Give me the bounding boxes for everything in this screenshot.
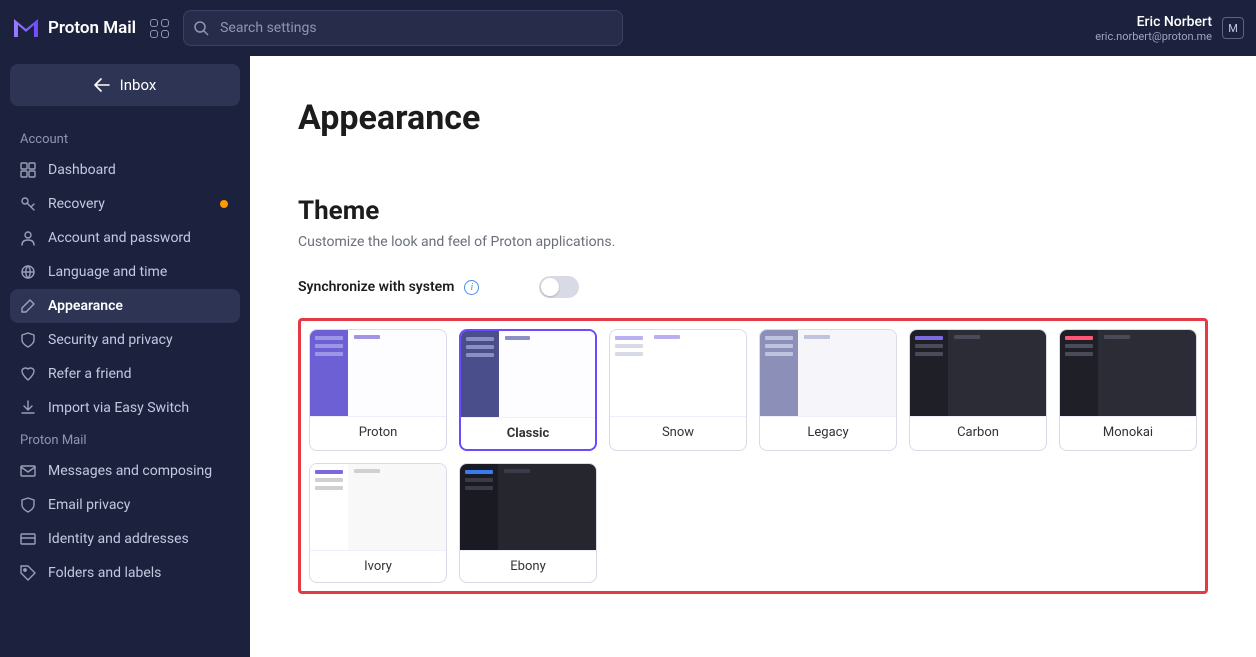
sidebar-item-import[interactable]: Import via Easy Switch: [10, 391, 240, 425]
theme-heading: Theme: [298, 196, 1208, 226]
shield-icon: [20, 497, 36, 513]
theme-preview: [910, 330, 1046, 416]
sidebar: Inbox Account Dashboard Recovery Account an…: [0, 56, 250, 657]
download-icon: [20, 400, 36, 416]
sidebar-item-label: Messages and composing: [48, 463, 212, 479]
app-switcher-icon[interactable]: [150, 19, 169, 38]
theme-preview: [1060, 330, 1196, 416]
sync-toggle[interactable]: [539, 276, 579, 298]
sidebar-section-label: Proton Mail: [10, 425, 240, 454]
theme-card-ebony[interactable]: Ebony: [459, 463, 597, 583]
search-input[interactable]: [183, 10, 623, 46]
theme-preview: [310, 464, 446, 550]
sidebar-item-refer[interactable]: Refer a friend: [10, 357, 240, 391]
sidebar-item-label: Folders and labels: [48, 565, 161, 581]
key-icon: [20, 196, 36, 212]
sidebar-item-label: Language and time: [48, 264, 167, 280]
sidebar-item-security-privacy[interactable]: Security and privacy: [10, 323, 240, 357]
sidebar-item-label: Security and privacy: [48, 332, 173, 348]
sidebar-item-label: Identity and addresses: [48, 531, 189, 547]
page-title: Appearance: [298, 98, 1208, 138]
main-content: Appearance Theme Customize the look and …: [250, 56, 1256, 657]
card-icon: [20, 531, 36, 547]
sidebar-item-label: Import via Easy Switch: [48, 400, 189, 416]
heart-icon: [20, 366, 36, 382]
theme-label: Proton: [310, 416, 446, 448]
theme-card-proton[interactable]: Proton: [309, 329, 447, 451]
sidebar-item-language-time[interactable]: Language and time: [10, 255, 240, 289]
sidebar-item-messages-composing[interactable]: Messages and composing: [10, 454, 240, 488]
theme-preview: [310, 330, 446, 416]
brand-logo[interactable]: Proton Mail: [12, 17, 136, 39]
back-to-inbox-button[interactable]: Inbox: [10, 64, 240, 106]
themes-highlight-box: Proton Classic Snow Legacy Carbon Monoka…: [298, 318, 1208, 594]
user-badge: M: [1222, 17, 1244, 39]
sidebar-item-label: Appearance: [48, 298, 123, 314]
sidebar-item-account-password[interactable]: Account and password: [10, 221, 240, 255]
globe-icon: [20, 264, 36, 280]
sync-label: Synchronize with system: [298, 279, 454, 295]
sidebar-item-dashboard[interactable]: Dashboard: [10, 153, 240, 187]
theme-card-carbon[interactable]: Carbon: [909, 329, 1047, 451]
theme-preview: [461, 331, 595, 417]
theme-label: Carbon: [910, 416, 1046, 448]
sidebar-item-label: Account and password: [48, 230, 191, 246]
theme-card-monokai[interactable]: Monokai: [1059, 329, 1197, 451]
theme-label: Snow: [610, 416, 746, 448]
sidebar-item-label: Refer a friend: [48, 366, 132, 382]
sidebar-item-appearance[interactable]: Appearance: [10, 289, 240, 323]
theme-preview: [460, 464, 596, 550]
user-icon: [20, 230, 36, 246]
arrow-left-icon: [94, 78, 110, 92]
sync-row: Synchronize with system i: [298, 276, 1208, 298]
user-name: Eric Norbert: [1095, 14, 1212, 30]
theme-label: Ivory: [310, 550, 446, 582]
topbar: Proton Mail Eric Norbert eric.norbert@pr…: [0, 0, 1256, 56]
proton-logo-icon: [12, 17, 40, 39]
theme-card-legacy[interactable]: Legacy: [759, 329, 897, 451]
theme-label: Classic: [461, 417, 595, 449]
sidebar-item-recovery[interactable]: Recovery: [10, 187, 240, 221]
back-label: Inbox: [120, 76, 157, 94]
info-icon[interactable]: i: [464, 280, 479, 295]
sidebar-item-identity-addresses[interactable]: Identity and addresses: [10, 522, 240, 556]
search-container: [183, 10, 623, 46]
theme-label: Monokai: [1060, 416, 1196, 448]
theme-card-snow[interactable]: Snow: [609, 329, 747, 451]
theme-label: Ebony: [460, 550, 596, 582]
notification-dot: [220, 200, 228, 208]
theme-label: Legacy: [760, 416, 896, 448]
theme-card-classic[interactable]: Classic: [459, 329, 597, 451]
sidebar-item-label: Dashboard: [48, 162, 116, 178]
user-menu[interactable]: Eric Norbert eric.norbert@proton.me M: [1095, 14, 1244, 43]
sidebar-item-label: Email privacy: [48, 497, 130, 513]
theme-card-ivory[interactable]: Ivory: [309, 463, 447, 583]
shield-icon: [20, 332, 36, 348]
theme-preview: [610, 330, 746, 416]
brand-name: Proton Mail: [48, 18, 136, 38]
envelope-icon: [20, 463, 36, 479]
brush-icon: [20, 298, 36, 314]
theme-description: Customize the look and feel of Proton ap…: [298, 234, 1208, 250]
user-email: eric.norbert@proton.me: [1095, 30, 1212, 43]
sidebar-section-label: Account: [10, 124, 240, 153]
sidebar-item-email-privacy[interactable]: Email privacy: [10, 488, 240, 522]
sidebar-item-label: Recovery: [48, 196, 105, 212]
sidebar-item-folders-labels[interactable]: Folders and labels: [10, 556, 240, 590]
search-icon: [193, 20, 209, 36]
theme-preview: [760, 330, 896, 416]
themes-grid: Proton Classic Snow Legacy Carbon Monoka…: [309, 329, 1197, 583]
dashboard-icon: [20, 162, 36, 178]
tag-icon: [20, 565, 36, 581]
